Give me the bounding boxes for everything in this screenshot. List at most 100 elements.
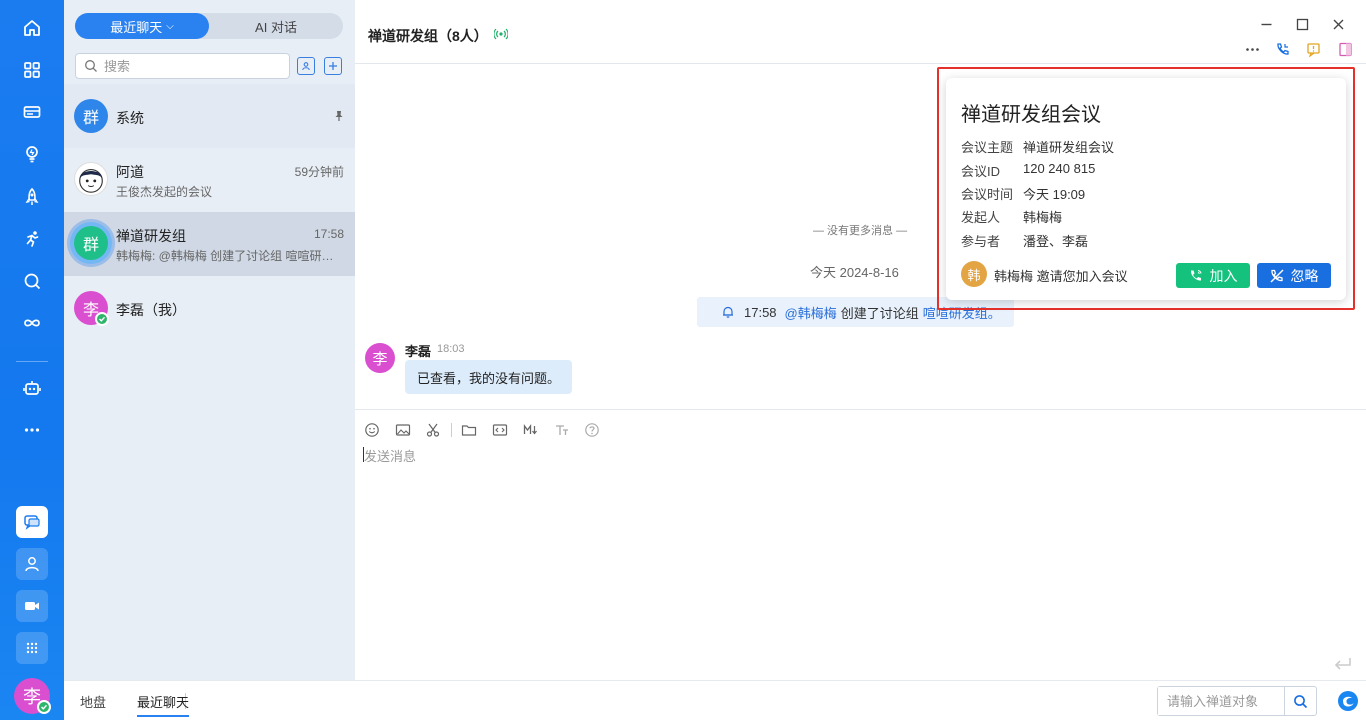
phone-call-icon[interactable] (1274, 41, 1290, 57)
chat-item-adao[interactable]: 阿道 59分钟前 王俊杰发起的会议 (64, 148, 355, 212)
chat-tile-icon[interactable] (16, 506, 48, 538)
chat-name: 阿道 (116, 164, 144, 180)
meeting-value: 禅道研发组会议 (1023, 140, 1115, 155)
cartoon-face-avatar (74, 162, 108, 196)
rail-divider (16, 361, 48, 362)
sprint-run-icon[interactable] (16, 223, 48, 255)
chat-name: 禅道研发组 (116, 228, 186, 244)
meeting-row-topic: 会议主题 禅道研发组会议 (961, 137, 1114, 156)
meeting-row-participants: 参与者 潘登、李磊 (961, 231, 1088, 250)
live-signal-icon (494, 28, 508, 40)
contact-book-icon[interactable] (297, 57, 315, 75)
bell-icon (723, 306, 733, 318)
meeting-row-id: 会议ID 120 240 815 (961, 161, 1095, 180)
chat-time: 17:58 (313, 227, 344, 241)
phone-decline-icon (1270, 269, 1283, 282)
chat-item-self[interactable]: 李 李磊（我） (64, 276, 355, 340)
help-question-icon[interactable] (583, 421, 601, 439)
add-plus-icon[interactable] (324, 57, 342, 75)
zentao-search-button[interactable] (1284, 687, 1316, 715)
meeting-key: 参与者 (961, 234, 1001, 249)
online-check-icon (37, 700, 51, 714)
tab-ai-chat[interactable]: AI 对话 (209, 13, 343, 39)
qa-search-icon[interactable] (16, 265, 48, 297)
text-format-icon[interactable] (553, 421, 571, 439)
notice-board-icon[interactable] (1305, 41, 1321, 57)
bottom-bar: 地盘 最近聊天 (64, 680, 1366, 720)
zentao-object-search (1157, 686, 1317, 716)
chat-name: 系统 (116, 110, 144, 126)
emoji-icon[interactable] (363, 421, 381, 439)
chat-item-system[interactable]: 群 系统 (64, 84, 355, 148)
tab-recent-chats[interactable]: 最近聊天 ⌵ (75, 13, 209, 39)
chat-preview: 王俊杰发起的会议 (116, 185, 213, 199)
message-time: 18:03 (437, 343, 465, 355)
markdown-icon[interactable] (522, 421, 540, 439)
message-avatar-text: 李 (372, 350, 388, 368)
chat-mode-tabs: 最近聊天 ⌵ AI 对话 (75, 13, 343, 39)
robot-icon[interactable] (16, 372, 48, 404)
phone-join-icon (1190, 269, 1202, 281)
more-dots-icon[interactable] (16, 414, 48, 446)
message-bubble: 已查看，我的没有问题。 (405, 360, 572, 394)
message-composer: 发送消息 (355, 409, 1366, 680)
chat-name: 李磊（我） (116, 302, 186, 318)
online-check-icon (95, 312, 109, 326)
notice-mention-link[interactable]: @韩梅梅 (785, 303, 837, 322)
ignore-meeting-button[interactable]: 忽略 (1257, 263, 1331, 288)
chat-item-zentao-dev-group[interactable]: 群 禅道研发组 17:58 韩梅梅: @韩梅梅 创建了讨论组 喧喧研发组。 (64, 212, 355, 276)
zentao-logo-icon[interactable] (1336, 689, 1360, 713)
folder-icon[interactable] (460, 421, 478, 439)
message-avatar[interactable]: 李 (365, 343, 395, 373)
tab-my-dashboard[interactable]: 地盘 (80, 692, 106, 711)
inviter-avatar: 韩 (961, 261, 987, 287)
more-options-icon[interactable] (1244, 41, 1260, 57)
search-icon (1294, 694, 1308, 708)
apps-grid-icon[interactable] (16, 54, 48, 86)
search-icon (85, 60, 97, 72)
tab-recent-chats-label: 最近聊天 (110, 19, 163, 35)
devops-infinity-icon[interactable] (16, 307, 48, 339)
products-icon[interactable] (16, 96, 48, 128)
chat-search-input[interactable] (104, 58, 274, 74)
chat-list-panel: 最近聊天 ⌵ AI 对话 群 系统 阿道 59分钟前 王俊杰发起的会议 群 (64, 0, 355, 680)
group-avatar: 群 (74, 226, 108, 260)
meeting-value: 韩梅梅 (1023, 210, 1063, 225)
zentao-object-search-input[interactable] (1158, 687, 1284, 715)
notice-text: 创建了讨论组 (840, 305, 919, 321)
user-avatar[interactable]: 李 (14, 678, 51, 714)
tab-bottom-recent-chats[interactable]: 最近聊天 (137, 692, 190, 717)
close-icon[interactable] (1330, 16, 1346, 32)
maximize-icon[interactable] (1294, 16, 1310, 32)
chat-search-box (75, 53, 290, 79)
ignore-label: 忽略 (1290, 267, 1319, 284)
meeting-value: 今天 19:09 (1023, 187, 1086, 202)
meeting-key: 会议ID (961, 164, 1001, 179)
contacts-person-icon[interactable] (16, 548, 48, 580)
meeting-row-initiator: 发起人 韩梅梅 (961, 207, 1062, 226)
side-panel-icon[interactable] (1337, 41, 1353, 57)
toolbar-divider (451, 423, 452, 437)
idea-bulb-icon[interactable] (16, 138, 48, 170)
message-sender[interactable]: 李磊 (405, 341, 431, 360)
pin-icon[interactable] (334, 110, 344, 122)
app-grid-dots-icon[interactable] (16, 632, 48, 664)
enter-send-icon[interactable] (1333, 656, 1353, 672)
inviter-avatar-text: 韩 (967, 267, 981, 283)
rocket-icon[interactable] (16, 181, 48, 213)
join-meeting-button[interactable]: 加入 (1176, 263, 1250, 288)
minimize-icon[interactable] (1258, 16, 1274, 32)
group-avatar: 群 (74, 99, 108, 133)
meeting-invite-popup: 禅道研发组会议 会议主题 禅道研发组会议 会议ID 120 240 815 会议… (946, 78, 1346, 300)
chat-title: 禅道研发组（8人） (368, 28, 488, 44)
tab-ai-chat-label: AI 对话 (255, 19, 297, 35)
code-block-icon[interactable] (491, 421, 509, 439)
join-label: 加入 (1209, 267, 1238, 284)
message-input[interactable]: 发送消息 (362, 446, 416, 465)
image-icon[interactable] (394, 421, 412, 439)
chat-header: 禅道研发组（8人） (355, 0, 1366, 64)
home-icon[interactable] (16, 12, 48, 44)
notice-time: 17:58 (744, 304, 777, 320)
scissors-screenshot-icon[interactable] (424, 421, 442, 439)
video-camera-icon[interactable] (16, 590, 48, 622)
